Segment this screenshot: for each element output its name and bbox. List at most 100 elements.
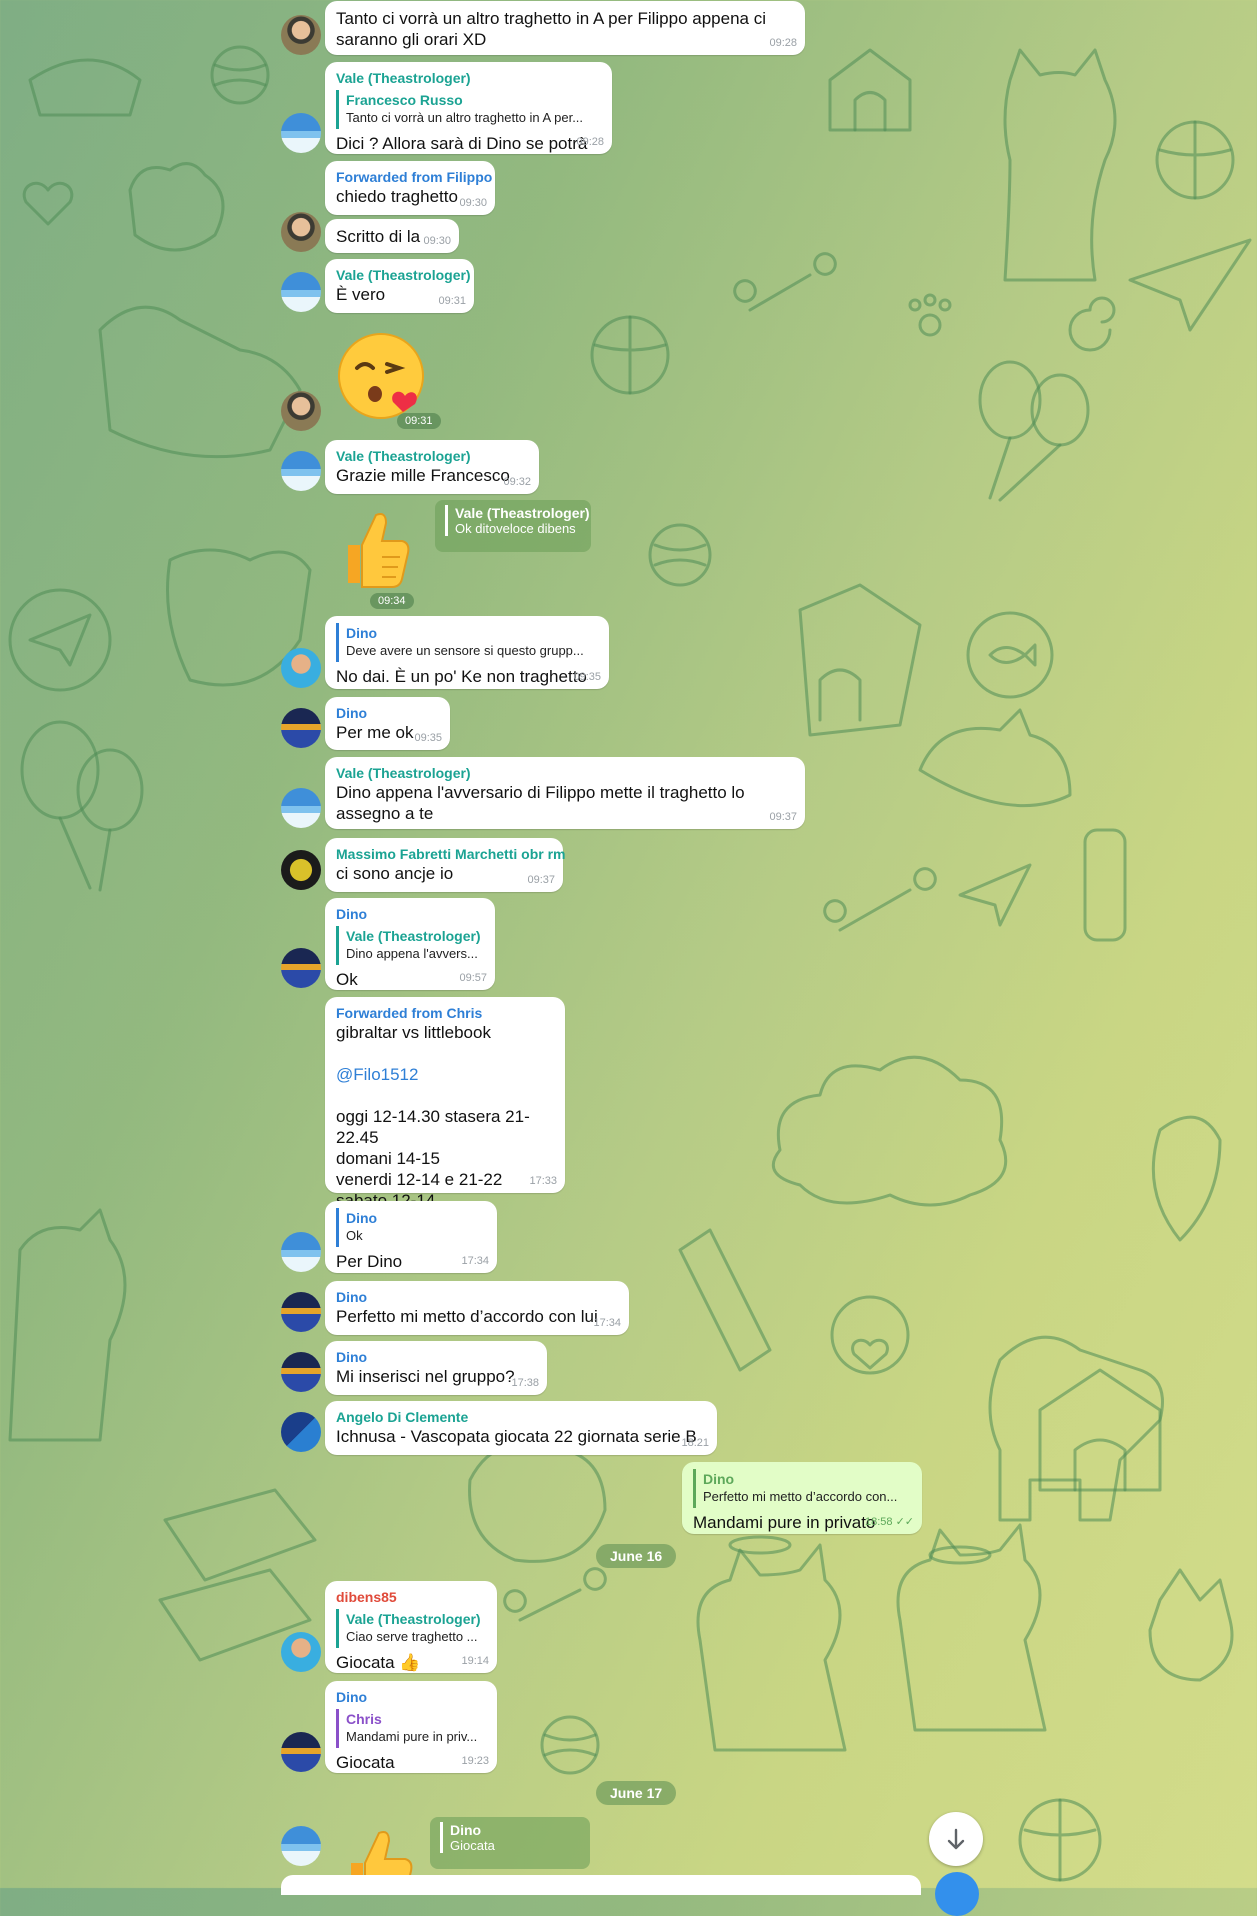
message-text: Dici ? Allora sarà di Dino se potrà — [336, 134, 588, 153]
message-bubble[interactable]: Dino Ok Per Dino 17:34 — [325, 1201, 497, 1273]
message-bubble[interactable]: Vale (Theastrologer) Dino appena l'avver… — [325, 757, 805, 829]
message-bubble[interactable]: Dino Perfetto mi metto d’accordo con lui… — [325, 1281, 629, 1335]
message-line: oggi 12-14.30 stasera 21-22.45 — [336, 1107, 530, 1147]
message-bubble[interactable]: Dino Vale (Theastrologer) Dino appena l'… — [325, 898, 495, 990]
sender-avatar[interactable] — [281, 451, 321, 491]
arrow-down-icon — [947, 1828, 965, 1850]
reply-preview[interactable]: Vale (Theastrologer) Ciao serve traghett… — [336, 1609, 486, 1648]
reply-text: Deve avere un sensore si questo grupp... — [346, 643, 584, 658]
message-bubble[interactable]: Dino Per me ok 09:35 — [325, 697, 450, 750]
reply-preview[interactable]: Dino Giocata — [430, 1817, 590, 1869]
sender-avatar[interactable] — [281, 1826, 321, 1866]
reply-preview[interactable]: Dino Deve avere un sensore si questo gru… — [336, 623, 598, 662]
kissing-face-sticker-icon[interactable] — [335, 330, 431, 426]
sender-name[interactable]: Dino — [336, 905, 484, 923]
thumbs-up-sticker-icon[interactable] — [332, 505, 412, 590]
message-line: gibraltar vs littlebook — [336, 1023, 491, 1042]
sender-name[interactable]: Vale (Theastrologer) — [336, 447, 528, 465]
sender-avatar[interactable] — [281, 1632, 321, 1672]
reply-text: Perfetto mi metto d’accordo con... — [703, 1489, 898, 1504]
sender-avatar[interactable] — [281, 1292, 321, 1332]
reply-author: Vale (Theastrologer) — [455, 505, 590, 521]
message-text: Grazie mille Francesco — [336, 466, 510, 485]
sender-avatar[interactable] — [281, 113, 321, 153]
reply-author: Dino — [450, 1822, 482, 1838]
message-bubble[interactable]: Dino Perfetto mi metto d’accordo con... … — [682, 1462, 922, 1534]
reply-text: Giocata — [450, 1838, 495, 1853]
sender-name[interactable]: Dino — [336, 1288, 618, 1306]
message-time: 09:35 — [573, 671, 601, 683]
message-bubble[interactable]: dibens85 Vale (Theastrologer) Ciao serve… — [325, 1581, 497, 1673]
message-text: ci sono ancje io — [336, 864, 454, 883]
message-bubble[interactable]: Tanto ci vorrà un altro traghetto in A p… — [325, 1, 805, 55]
double-check-icon: ✓✓ — [895, 1516, 914, 1528]
sender-name[interactable]: Dino — [336, 1348, 536, 1366]
message-bubble[interactable]: Vale (Theastrologer) Grazie mille France… — [325, 440, 539, 494]
sender-avatar[interactable] — [281, 1352, 321, 1392]
reply-preview[interactable]: Chris Mandami pure in priv... — [336, 1709, 486, 1748]
sender-avatar[interactable] — [281, 1412, 321, 1452]
reply-preview[interactable]: Vale (Theastrologer) Ok ditoveloce diben… — [435, 500, 591, 552]
reply-preview[interactable]: Vale (Theastrologer) Dino appena l'avver… — [336, 926, 484, 965]
message-time: 19:14 — [461, 1655, 489, 1667]
sender-name[interactable]: Dino — [336, 1688, 486, 1706]
sender-name[interactable]: Vale (Theastrologer) — [336, 764, 794, 782]
reply-author: Dino — [346, 1210, 378, 1226]
sender-avatar[interactable] — [281, 391, 321, 431]
message-bubble[interactable]: Dino Chris Mandami pure in priv... Gioca… — [325, 1681, 497, 1773]
sender-avatar[interactable] — [281, 1732, 321, 1772]
reply-author: Chris — [346, 1711, 382, 1727]
forwarded-from-label[interactable]: Forwarded from Filippo — [336, 168, 492, 186]
sender-name[interactable]: Dino — [336, 704, 439, 722]
message-time: 09:31 — [438, 295, 466, 307]
message-time: 09:57 — [459, 972, 487, 984]
message-bubble[interactable]: Angelo Di Clemente Ichnusa - Vascopata g… — [325, 1401, 717, 1455]
message-time: 17:34 — [593, 1317, 621, 1329]
sender-avatar[interactable] — [281, 212, 321, 252]
mention-link[interactable]: @Filo1512 — [336, 1064, 554, 1085]
sender-avatar[interactable] — [281, 272, 321, 312]
message-time: 09:37 — [769, 811, 797, 823]
message-time: 18:21 — [681, 1437, 709, 1449]
forwarded-from-label[interactable]: Forwarded from Chris — [336, 1004, 554, 1022]
sender-avatar[interactable] — [281, 15, 321, 55]
reply-preview[interactable]: Dino Ok — [336, 1208, 486, 1247]
message-bubble[interactable]: Forwarded from Chris gibraltar vs little… — [325, 997, 565, 1210]
message-bubble[interactable]: Massimo Fabretti Marchetti obr rm ci son… — [325, 838, 566, 892]
reply-author: Dino — [703, 1471, 735, 1487]
sender-name[interactable]: Angelo Di Clemente — [336, 1408, 706, 1426]
reply-preview[interactable]: Dino Perfetto mi metto d’accordo con... — [693, 1469, 911, 1508]
message-bubble[interactable]: Dino Deve avere un sensore si questo gru… — [325, 616, 609, 689]
message-time: 09:35 — [414, 732, 442, 744]
message-input-bar[interactable] — [281, 1875, 921, 1895]
sender-name[interactable]: dibens85 — [336, 1588, 486, 1606]
message-text: Dino appena l'avversario di Filippo mett… — [336, 783, 745, 823]
message-bubble[interactable]: Scritto di la 09:30 — [325, 219, 459, 253]
sender-avatar[interactable] — [281, 648, 321, 688]
sender-avatar[interactable] — [281, 1232, 321, 1272]
sender-name[interactable]: Vale (Theastrologer) — [336, 69, 601, 87]
send-button[interactable] — [935, 1872, 979, 1916]
reply-author: Vale (Theastrologer) — [346, 1611, 481, 1627]
message-time: 17:34 — [461, 1255, 489, 1267]
message-bubble[interactable]: Forwarded from Filippo chiedo traghetto … — [325, 161, 495, 215]
sender-avatar[interactable] — [281, 850, 321, 890]
background-doodle-pattern — [8, 45, 1252, 1882]
reply-text: Tanto ci vorrà un altro traghetto in A p… — [346, 110, 584, 125]
sender-avatar[interactable] — [281, 948, 321, 988]
message-bubble[interactable]: Vale (Theastrologer) Francesco Russo Tan… — [325, 62, 612, 154]
sender-name[interactable]: Massimo Fabretti Marchetti obr rm — [336, 845, 566, 863]
message-time: 09:30 — [459, 197, 487, 209]
message-text: Mi inserisci nel gruppo? — [336, 1367, 515, 1386]
scroll-to-bottom-button[interactable] — [929, 1812, 983, 1866]
reply-text: Mandami pure in priv... — [346, 1729, 478, 1744]
reply-text: Ok — [346, 1228, 363, 1243]
sender-avatar[interactable] — [281, 708, 321, 748]
message-bubble[interactable]: Dino Mi inserisci nel gruppo? 17:38 — [325, 1341, 547, 1395]
reply-preview[interactable]: Francesco Russo Tanto ci vorrà un altro … — [336, 90, 601, 129]
sender-name[interactable]: Vale (Theastrologer) — [336, 266, 471, 284]
sender-avatar[interactable] — [281, 788, 321, 828]
message-bubble[interactable]: Vale (Theastrologer) È vero 09:31 — [325, 259, 474, 313]
message-time: 09:37 — [527, 874, 555, 886]
sender-name[interactable]: Dino — [346, 624, 598, 642]
